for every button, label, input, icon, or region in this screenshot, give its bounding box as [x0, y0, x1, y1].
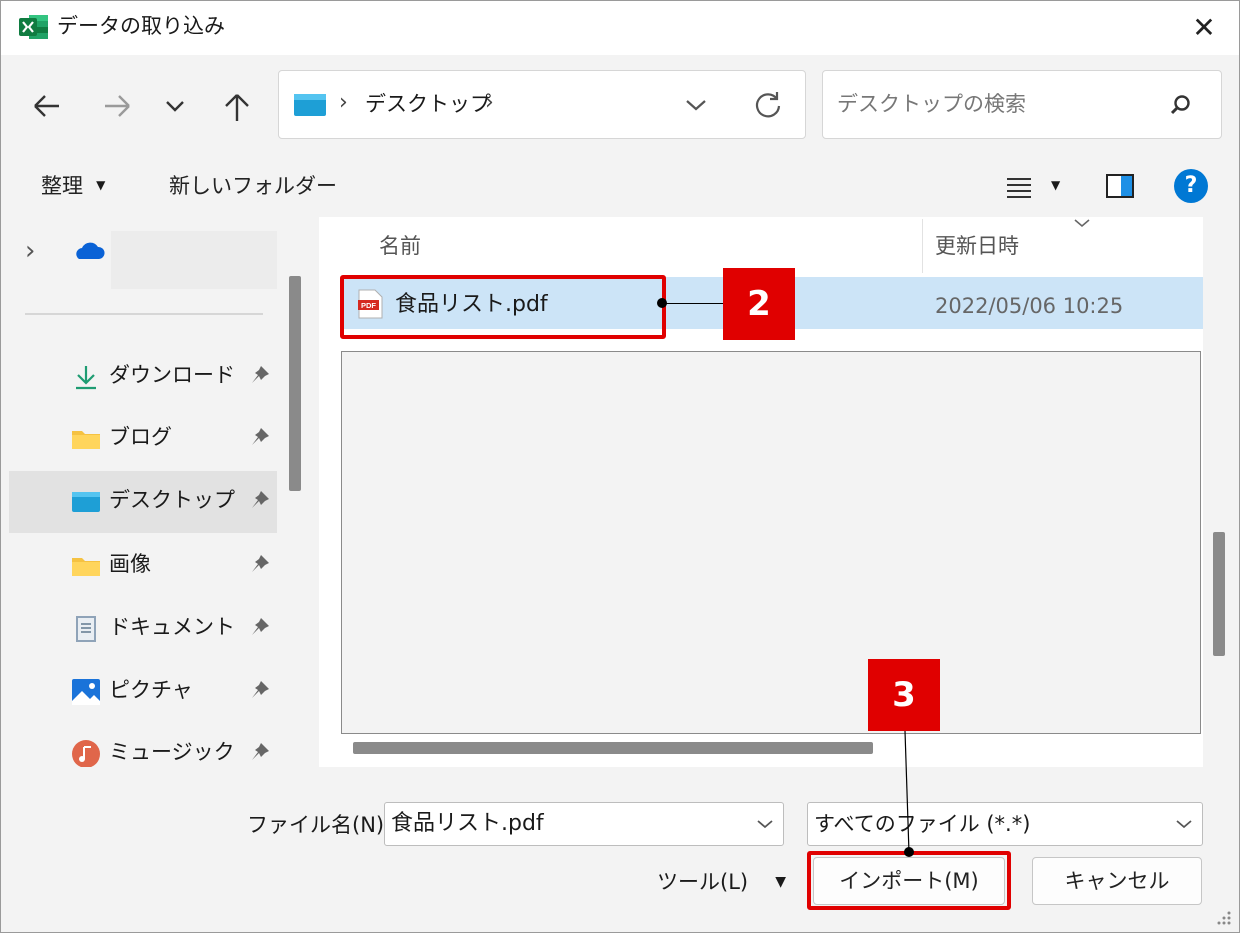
sidebar-item-downloads[interactable]: ダウンロード: [9, 346, 277, 408]
sidebar-item-label: ピクチャ: [109, 678, 193, 702]
pin-icon[interactable]: [249, 426, 271, 448]
chevron-right-icon[interactable]: ›: [25, 233, 55, 269]
arrow-up-icon[interactable]: [221, 89, 253, 125]
annotation-step-2: 2: [723, 268, 795, 340]
pin-icon[interactable]: [249, 364, 271, 386]
file-type-select[interactable]: すべてのファイル (*.*): [807, 802, 1203, 846]
annotation-connector: [904, 731, 914, 857]
search-icon[interactable]: [1169, 93, 1193, 117]
search-box[interactable]: デスクトップの検索: [822, 70, 1222, 139]
sidebar-item-pictures[interactable]: ピクチャ: [9, 661, 277, 723]
sort-chevron-icon: [1074, 219, 1090, 228]
refresh-icon[interactable]: [753, 89, 783, 119]
music-icon: [72, 740, 100, 767]
organize-button[interactable]: 整理 ▼: [41, 171, 105, 201]
column-divider[interactable]: [922, 219, 923, 273]
annotation-highlight-file: [340, 275, 666, 339]
desktop-icon: [294, 94, 326, 116]
filelist-vertical-scrollbar-thumb[interactable]: [1213, 532, 1225, 656]
folder-icon: [72, 558, 100, 576]
sidebar-divider: [25, 313, 263, 315]
sidebar-scrollbar-thumb[interactable]: [289, 276, 301, 491]
sidebar-item-images[interactable]: 画像: [9, 535, 277, 597]
chevron-down-icon[interactable]: [1174, 817, 1194, 831]
column-header-name[interactable]: 名前: [379, 231, 421, 261]
sidebar-item-desktop[interactable]: デスクトップ: [9, 471, 277, 533]
file-type-value: すべてのファイル (*.*): [814, 812, 1031, 836]
sidebar-item-documents[interactable]: ドキュメント: [9, 598, 277, 660]
chevron-down-icon[interactable]: [161, 95, 189, 117]
caret-down-icon[interactable]: ▼: [1051, 175, 1060, 195]
caret-down-icon: ▼: [96, 178, 106, 192]
breadcrumb-item-desktop[interactable]: デスクトップ: [365, 89, 491, 119]
tools-label: ツール(L): [657, 870, 749, 894]
annotation-highlight-import: [807, 851, 1011, 910]
pin-icon[interactable]: [249, 616, 271, 638]
chevron-down-icon[interactable]: [755, 817, 775, 831]
excel-icon: [19, 15, 48, 39]
file-modified: 2022/05/06 10:25: [935, 294, 1124, 318]
view-options-icon[interactable]: [1005, 175, 1033, 199]
sidebar-item-blog[interactable]: ブログ: [9, 408, 277, 470]
pin-icon[interactable]: [249, 553, 271, 575]
chevron-down-icon[interactable]: [683, 95, 709, 115]
filename-input[interactable]: 食品リスト.pdf: [384, 802, 784, 846]
onedrive-label-redacted: [111, 231, 277, 289]
import-dialog: データの取り込み ✕ › デスクトップ › デスクトップの検索 整理 ▼ 新しい…: [0, 0, 1240, 933]
pin-icon[interactable]: [249, 679, 271, 701]
title-bar: データの取り込み ✕: [1, 1, 1239, 55]
desktop-icon: [72, 492, 100, 512]
tools-button[interactable]: ツール(L) ▼: [657, 867, 786, 897]
filename-value: 食品リスト.pdf: [391, 811, 544, 836]
close-button[interactable]: ✕: [1183, 9, 1225, 47]
annotation-step-3: 3: [868, 659, 940, 731]
resize-grip-icon[interactable]: [1213, 907, 1233, 927]
cancel-button[interactable]: キャンセル: [1032, 857, 1202, 905]
download-icon: [76, 366, 96, 390]
arrow-right-icon[interactable]: [97, 91, 137, 121]
annotation-dot: [657, 298, 667, 308]
column-header-modified[interactable]: 更新日時: [935, 231, 1019, 261]
breadcrumb-separator: ›: [339, 90, 348, 115]
filelist-horizontal-scrollbar-thumb[interactable]: [353, 742, 873, 754]
search-placeholder: デスクトップの検索: [837, 92, 1026, 116]
sidebar-item-label: ドキュメント: [109, 615, 235, 639]
pin-icon[interactable]: [249, 489, 271, 511]
sidebar-item-label: ブログ: [109, 425, 172, 449]
sidebar-item-label: ダウンロード: [109, 363, 235, 387]
preview-pane-icon[interactable]: [1105, 173, 1135, 199]
picture-icon: [72, 679, 100, 705]
new-folder-button[interactable]: 新しいフォルダー: [169, 171, 337, 201]
folder-icon: [72, 431, 100, 449]
empty-list-area: [341, 351, 1201, 734]
dialog-footer: [1, 767, 1239, 932]
address-bar[interactable]: › デスクトップ ›: [278, 70, 806, 139]
sidebar-item-label: 画像: [109, 552, 151, 576]
filename-label: ファイル名(N):: [247, 813, 392, 837]
window-title: データの取り込み: [57, 14, 225, 38]
sidebar-item-label: ミュージック: [109, 740, 235, 764]
annotation-connector: [662, 303, 724, 304]
sidebar-item-label: デスクトップ: [109, 488, 235, 512]
arrow-left-icon[interactable]: [27, 91, 67, 121]
help-button[interactable]: ?: [1174, 169, 1208, 203]
caret-down-icon: ▼: [775, 874, 786, 890]
pin-icon[interactable]: [249, 741, 271, 763]
sidebar-item-music[interactable]: ミュージック: [9, 723, 277, 767]
breadcrumb-separator: ›: [485, 90, 494, 115]
command-bar: 整理 ▼ 新しいフォルダー ▼ ?: [1, 155, 1239, 217]
onedrive-icon[interactable]: [71, 239, 105, 263]
document-icon: [76, 616, 96, 642]
organize-label: 整理: [41, 174, 83, 198]
